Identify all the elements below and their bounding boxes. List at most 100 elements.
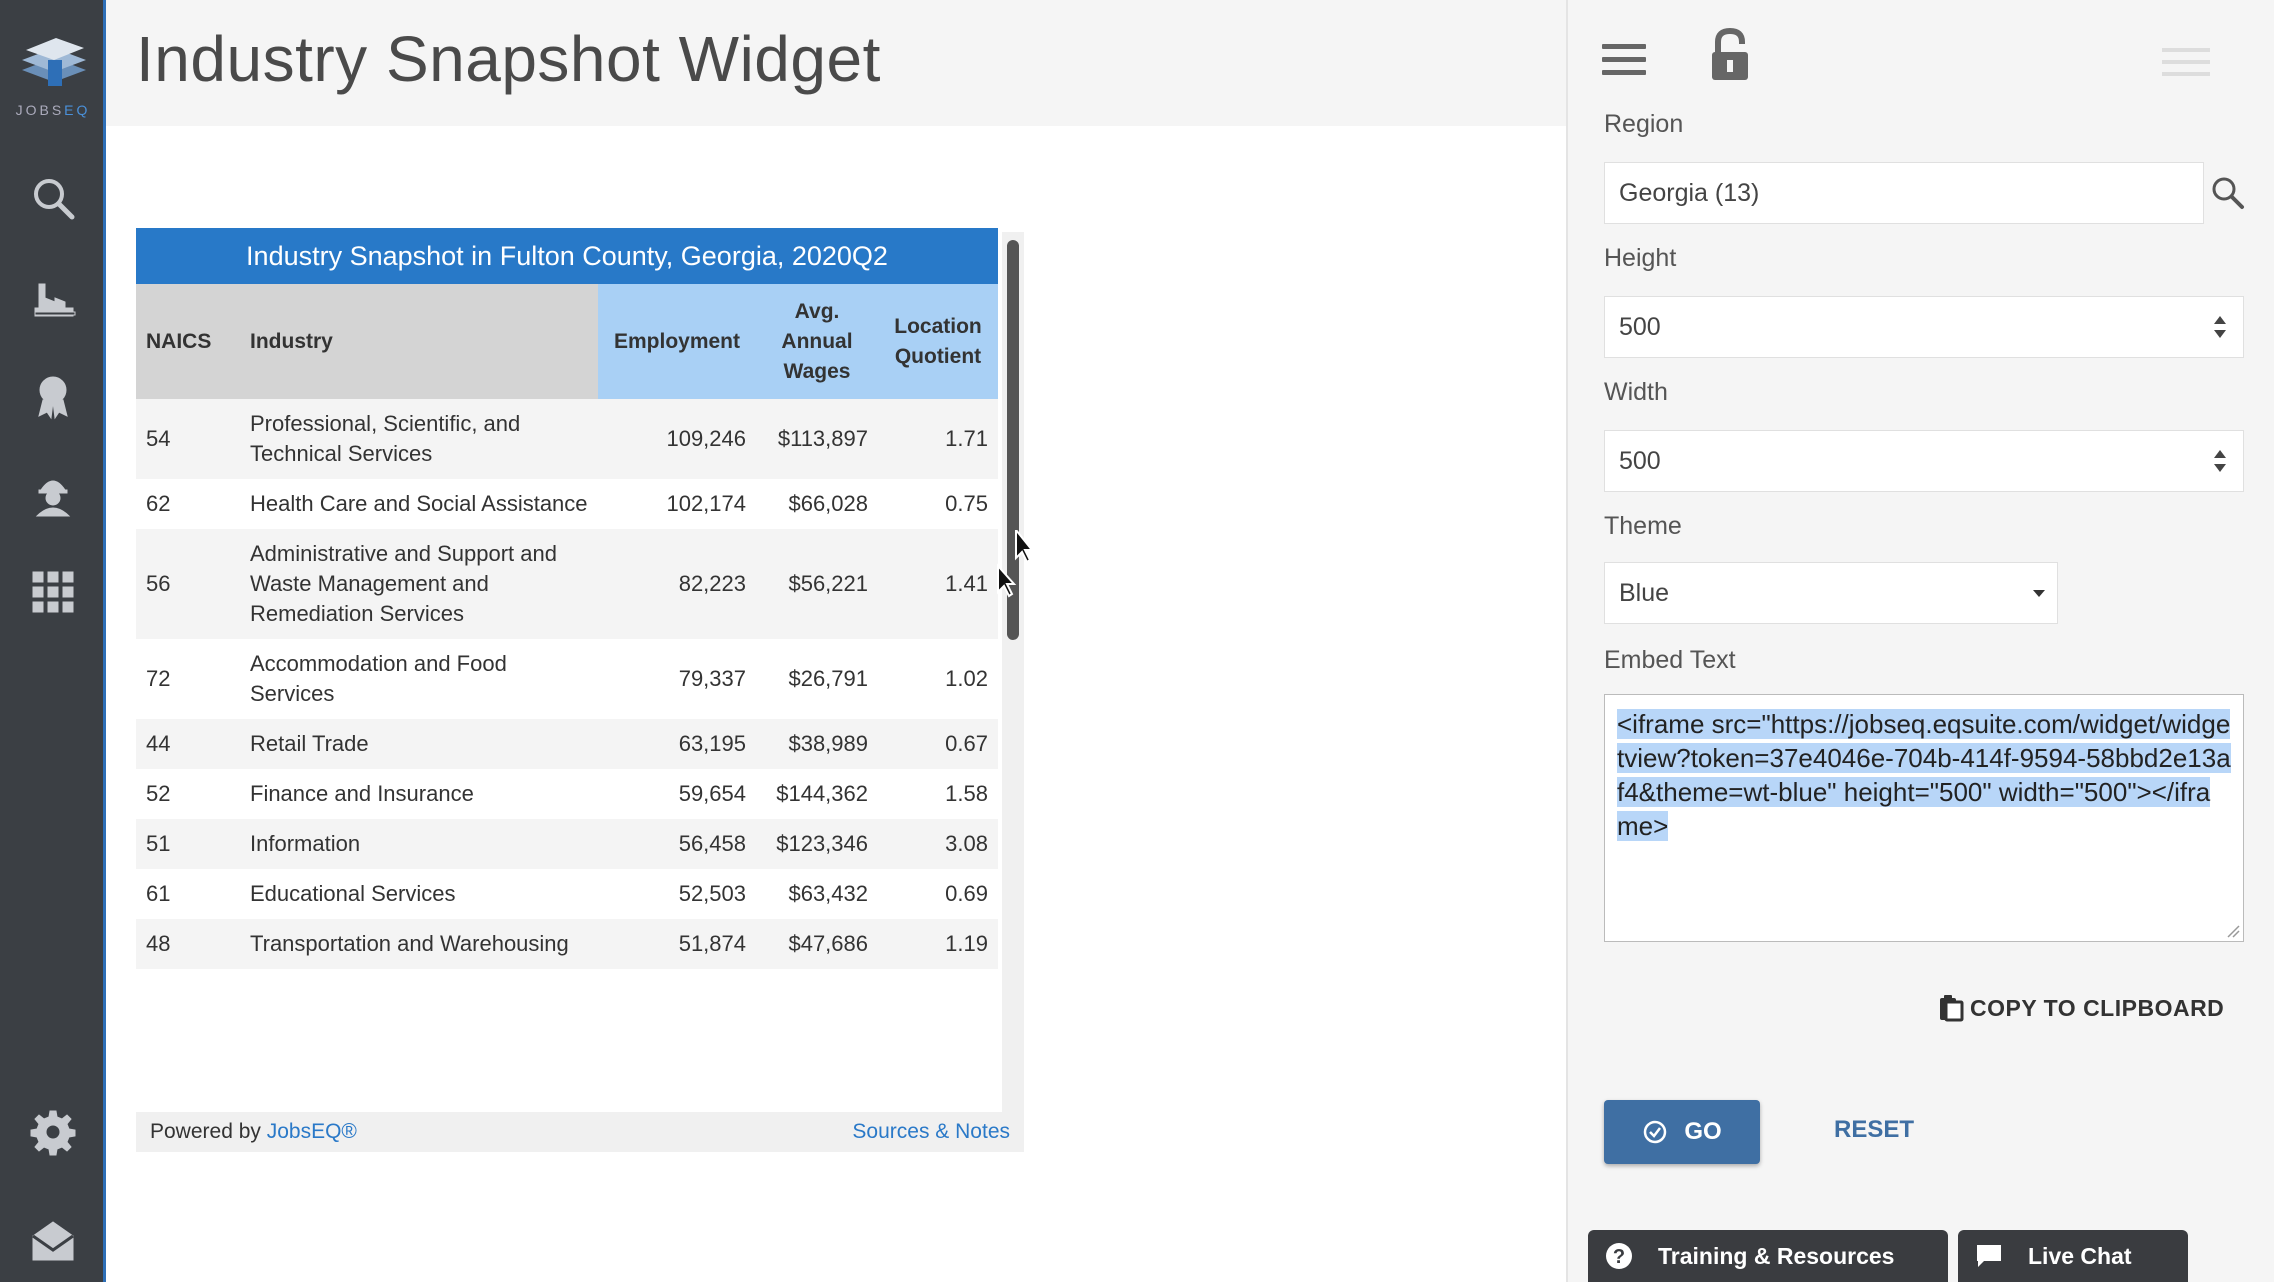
logo-text-accent: EQ (64, 102, 91, 118)
training-resources-button[interactable]: ? Training & Resources (1588, 1230, 1948, 1282)
table-row: 51 Information 56,458 $123,346 3.08 (136, 819, 998, 869)
theme-value: Blue (1619, 579, 1670, 607)
naics-cell: 51 (136, 819, 240, 869)
widget-title: Industry Snapshot in Fulton County, Geor… (136, 228, 998, 284)
widget-scrollbar[interactable] (1002, 232, 1024, 1112)
wages-header-line: Wages (783, 359, 851, 383)
location-quotient-cell: 1.71 (878, 399, 998, 479)
column-header-industry[interactable]: Industry (240, 284, 598, 399)
secondary-menu-icon[interactable] (2162, 48, 2210, 76)
sources-notes-link[interactable]: Sources & Notes (852, 1112, 1010, 1152)
unlock-icon[interactable] (1708, 28, 1752, 84)
copy-to-clipboard-button[interactable]: COPY TO CLIPBOARD (1938, 994, 2224, 1022)
menu-icon[interactable] (1602, 44, 1646, 76)
table-row: 52 Finance and Insurance 59,654 $144,362 1.5… (136, 769, 998, 819)
wages-cell: $56,221 (756, 529, 878, 639)
theme-label: Theme (1604, 512, 1682, 540)
check-circle-icon (1644, 1120, 1667, 1144)
industry-cell: Accommodation and Food Services (240, 639, 598, 719)
column-header-naics[interactable]: NAICS (136, 284, 240, 399)
jobseq-logo[interactable]: JOBSEQ (12, 30, 94, 130)
table-row: 62 Health Care and Social Assistance 102,1… (136, 479, 998, 529)
chevron-down-icon (2033, 590, 2045, 597)
industry-snapshot-widget: Industry Snapshot in Fulton County, Geor… (136, 228, 1024, 1152)
industry-cell: Finance and Insurance (240, 769, 598, 819)
help-icon: ? (1606, 1243, 1632, 1269)
wages-cell: $144,362 (756, 769, 878, 819)
widget-scroll-area[interactable]: Industry Snapshot in Fulton County, Geor… (136, 228, 998, 1112)
width-label: Width (1604, 378, 1668, 406)
embed-textarea[interactable]: <iframe src="https://jobseq.eqsuite.com/… (1604, 694, 2244, 942)
height-label: Height (1604, 244, 1677, 272)
reset-button[interactable]: RESET (1834, 1116, 1914, 1144)
left-nav: JOBSEQ (0, 0, 106, 1282)
training-label: Training & Resources (1658, 1242, 1895, 1269)
table-row: 54 Professional, Scientific, and Technica… (136, 399, 998, 479)
snapshot-table-body: 54 Professional, Scientific, and Technica… (136, 399, 998, 969)
location-quotient-cell: 0.67 (878, 719, 998, 769)
location-quotient-cell: 1.41 (878, 529, 998, 639)
employment-cell: 82,223 (598, 529, 756, 639)
width-value: 500 (1619, 447, 1661, 475)
wages-cell: $123,346 (756, 819, 878, 869)
height-input[interactable]: 500 (1604, 296, 2244, 358)
industry-cell: Educational Services (240, 869, 598, 919)
factory-icon[interactable] (23, 268, 83, 328)
industry-cell: Information (240, 819, 598, 869)
region-label: Region (1604, 110, 1684, 138)
location-quotient-cell: 0.75 (878, 479, 998, 529)
employment-cell: 59,654 (598, 769, 756, 819)
jobseq-link[interactable]: JobsEQ® (267, 1120, 357, 1143)
mail-icon[interactable] (23, 1210, 83, 1270)
worker-icon[interactable] (23, 464, 83, 524)
naics-cell: 52 (136, 769, 240, 819)
live-chat-button[interactable]: Live Chat (1958, 1230, 2188, 1282)
table-row: 72 Accommodation and Food Services 79,337 $… (136, 639, 998, 719)
naics-cell: 44 (136, 719, 240, 769)
employment-cell: 109,246 (598, 399, 756, 479)
resize-handle-icon[interactable] (2226, 924, 2240, 938)
industry-cell: Health Care and Social Assistance (240, 479, 598, 529)
employment-cell: 63,195 (598, 719, 756, 769)
location-quotient-cell: 0.69 (878, 869, 998, 919)
employment-cell: 51,874 (598, 919, 756, 969)
region-input[interactable]: Georgia (13) (1604, 162, 2204, 224)
wages-cell: $113,897 (756, 399, 878, 479)
location-quotient-cell: 1.02 (878, 639, 998, 719)
search-icon[interactable] (23, 168, 83, 228)
industry-cell: Professional, Scientific, and Technical … (240, 399, 598, 479)
wages-cell: $66,028 (756, 479, 878, 529)
naics-cell: 48 (136, 919, 240, 969)
grid-icon[interactable] (23, 562, 83, 622)
svg-text:?: ? (1613, 1246, 1625, 1268)
wages-cell: $47,686 (756, 919, 878, 969)
column-header-wages[interactable]: Avg. Annual Wages (756, 284, 878, 399)
naics-cell: 56 (136, 529, 240, 639)
page-header: Industry Snapshot Widget (106, 0, 1566, 126)
location-quotient-cell: 1.19 (878, 919, 998, 969)
go-label: GO (1684, 1118, 1722, 1145)
wages-cell: $63,432 (756, 869, 878, 919)
region-search-icon[interactable] (2208, 173, 2248, 213)
employment-cell: 79,337 (598, 639, 756, 719)
embed-label: Embed Text (1604, 646, 1736, 674)
award-icon[interactable] (23, 366, 83, 426)
width-input[interactable]: 500 (1604, 430, 2244, 492)
height-stepper-icon[interactable] (2213, 314, 2227, 340)
mouse-cursor-icon (997, 530, 1032, 598)
logo-books-icon (22, 38, 86, 86)
naics-cell: 72 (136, 639, 240, 719)
widget-footer: Powered by JobsEQ® Sources & Notes (136, 1112, 1024, 1152)
industry-cell: Transportation and Warehousing (240, 919, 598, 969)
gear-icon[interactable] (23, 1102, 83, 1162)
copy-label: COPY TO CLIPBOARD (1970, 994, 2225, 1021)
theme-select[interactable]: Blue (1604, 562, 2058, 624)
column-header-location-quotient[interactable]: Location Quotient (878, 284, 998, 399)
column-header-employment[interactable]: Employment (598, 284, 756, 399)
width-stepper-icon[interactable] (2213, 448, 2227, 474)
page-title: Industry Snapshot Widget (136, 23, 881, 95)
go-button[interactable]: GO (1604, 1100, 1760, 1164)
lq-header-line: Quotient (894, 344, 982, 368)
wages-header-line: Annual (781, 329, 853, 353)
location-quotient-cell: 1.58 (878, 769, 998, 819)
